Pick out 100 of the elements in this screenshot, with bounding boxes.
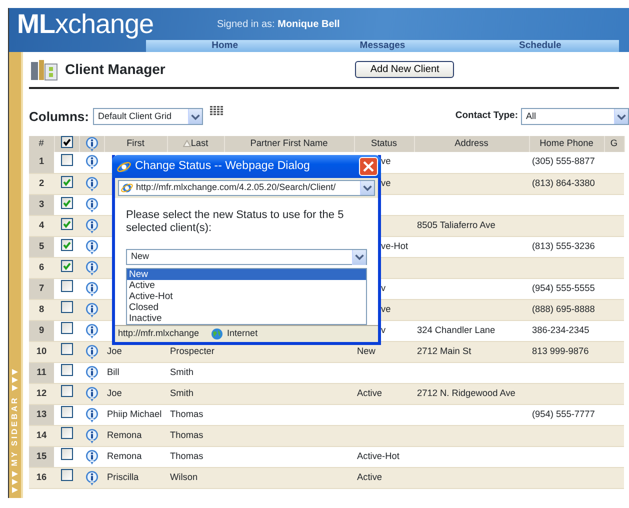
table-cell: Joe	[107, 388, 122, 398]
status-dropdown[interactable]: New	[126, 249, 367, 265]
info-icon[interactable]	[84, 322, 98, 338]
dialog-title: Change Status -- Webpage Dialog	[135, 158, 311, 174]
table-cell: v	[381, 324, 386, 335]
table-cell: Remona	[107, 430, 142, 440]
row-checkbox[interactable]	[60, 280, 72, 292]
row-number: 6	[38, 262, 44, 272]
table-cell: v	[381, 282, 386, 293]
table-cell: 386-234-2345	[532, 324, 590, 335]
info-icon[interactable]	[84, 196, 98, 212]
row-checkbox[interactable]	[60, 176, 72, 188]
info-icon[interactable]	[84, 154, 98, 170]
table-cell: ve	[381, 304, 391, 314]
globe-icon	[211, 328, 224, 340]
row-checkbox[interactable]	[60, 218, 72, 230]
signed-in-text: Signed in as: Monique Bell	[217, 18, 340, 32]
row-checkbox[interactable]	[60, 238, 72, 251]
table-cell: (305) 555-8877	[532, 156, 595, 166]
table-cell: ve	[381, 156, 391, 166]
info-icon[interactable]	[84, 302, 98, 318]
row-number: 7	[38, 282, 44, 293]
browser-icon	[117, 160, 131, 174]
column-header[interactable]: First	[126, 138, 144, 148]
column-header[interactable]: Address	[454, 138, 488, 148]
client-manager-icon	[29, 58, 59, 82]
nav-link[interactable]: Messages	[304, 40, 462, 52]
nav-link[interactable]: Home	[146, 40, 304, 52]
row-checkbox[interactable]	[60, 154, 72, 166]
row-checkbox[interactable]	[60, 385, 72, 398]
row-checkbox[interactable]	[60, 427, 72, 440]
row-checkbox[interactable]	[60, 448, 72, 460]
row-number: 3	[38, 198, 44, 209]
info-icon[interactable]	[84, 136, 98, 152]
row-checkbox[interactable]	[60, 196, 72, 209]
close-icon[interactable]	[363, 161, 374, 172]
row-number: 5	[38, 240, 44, 251]
table-cell: Phiip Michael	[107, 408, 162, 419]
row-checkbox[interactable]	[60, 364, 72, 376]
info-icon[interactable]	[84, 344, 98, 360]
info-icon[interactable]	[84, 406, 98, 422]
info-icon[interactable]	[84, 260, 98, 276]
table-cell: (954) 555-7777	[532, 408, 595, 419]
table-cell: Active-Hot	[357, 450, 400, 461]
add-new-client-button[interactable]: Add New Client	[355, 61, 454, 78]
info-icon[interactable]	[84, 280, 98, 296]
table-cell: Bill	[107, 366, 120, 377]
info-icon[interactable]	[84, 364, 98, 380]
table-cell: Active	[357, 472, 382, 482]
row-checkbox[interactable]	[60, 343, 72, 356]
row-number: 16	[36, 472, 47, 482]
table-cell: Smith	[170, 366, 194, 377]
table-cell: Thomas	[170, 450, 204, 461]
table-cell: 813 999-9876	[532, 346, 589, 356]
select-all-checkbox[interactable]	[60, 136, 72, 148]
nav-link[interactable]: Schedule	[461, 40, 620, 52]
status-option[interactable]: Active-Hot	[127, 291, 366, 302]
info-icon[interactable]	[84, 448, 98, 464]
row-number: 13	[36, 408, 47, 419]
info-icon[interactable]	[84, 218, 98, 234]
row-number: 2	[38, 178, 44, 188]
table-cell: (813) 864-3380	[532, 178, 595, 188]
table-cell: 2712 Main St	[417, 346, 472, 356]
info-icon[interactable]	[84, 386, 98, 402]
page-title: Client Manager	[65, 60, 166, 79]
security-zone-label: Internet	[227, 327, 258, 340]
status-option[interactable]: New	[127, 269, 366, 280]
info-icon[interactable]	[84, 428, 98, 444]
row-checkbox[interactable]	[60, 322, 72, 334]
status-option[interactable]: Closed	[127, 302, 366, 313]
info-icon[interactable]	[84, 176, 98, 192]
status-option[interactable]: Active	[127, 280, 366, 291]
address-field[interactable]: http://mfr.mlxchange.com/4.2.05.20/Search/Client/	[118, 180, 375, 196]
row-number: 15	[36, 450, 47, 461]
row-number: 11	[36, 366, 46, 377]
row-checkbox[interactable]	[60, 469, 72, 482]
browser-icon	[121, 182, 133, 194]
status-url: http://mfr.mlxchange	[118, 327, 200, 340]
table-cell: Prospecter	[170, 346, 214, 356]
table-cell: Thomas	[170, 430, 204, 440]
table-cell: Active	[357, 388, 382, 398]
contact-type-label: Contact Type:	[455, 109, 518, 124]
row-number: 8	[38, 304, 44, 314]
table-cell: Wilson	[170, 472, 198, 482]
info-icon[interactable]	[84, 238, 98, 254]
logo: MLxchange	[17, 10, 155, 38]
contact-type-dropdown[interactable]: All	[521, 108, 629, 125]
row-checkbox[interactable]	[60, 301, 72, 314]
close-button[interactable]	[359, 157, 378, 176]
row-checkbox[interactable]	[60, 406, 72, 418]
row-checkbox[interactable]	[60, 260, 72, 272]
table-cell: Priscilla	[107, 472, 139, 482]
grid-icon[interactable]	[208, 105, 224, 116]
row-number: 1	[38, 156, 44, 166]
info-icon[interactable]	[84, 470, 98, 486]
table-cell: Smith	[170, 388, 194, 398]
status-option[interactable]: Inactive	[127, 313, 366, 324]
table-cell: 324 Chandler Lane	[417, 324, 496, 335]
column-header[interactable]: #	[38, 138, 44, 148]
columns-dropdown[interactable]: Default Client Grid	[92, 108, 203, 125]
